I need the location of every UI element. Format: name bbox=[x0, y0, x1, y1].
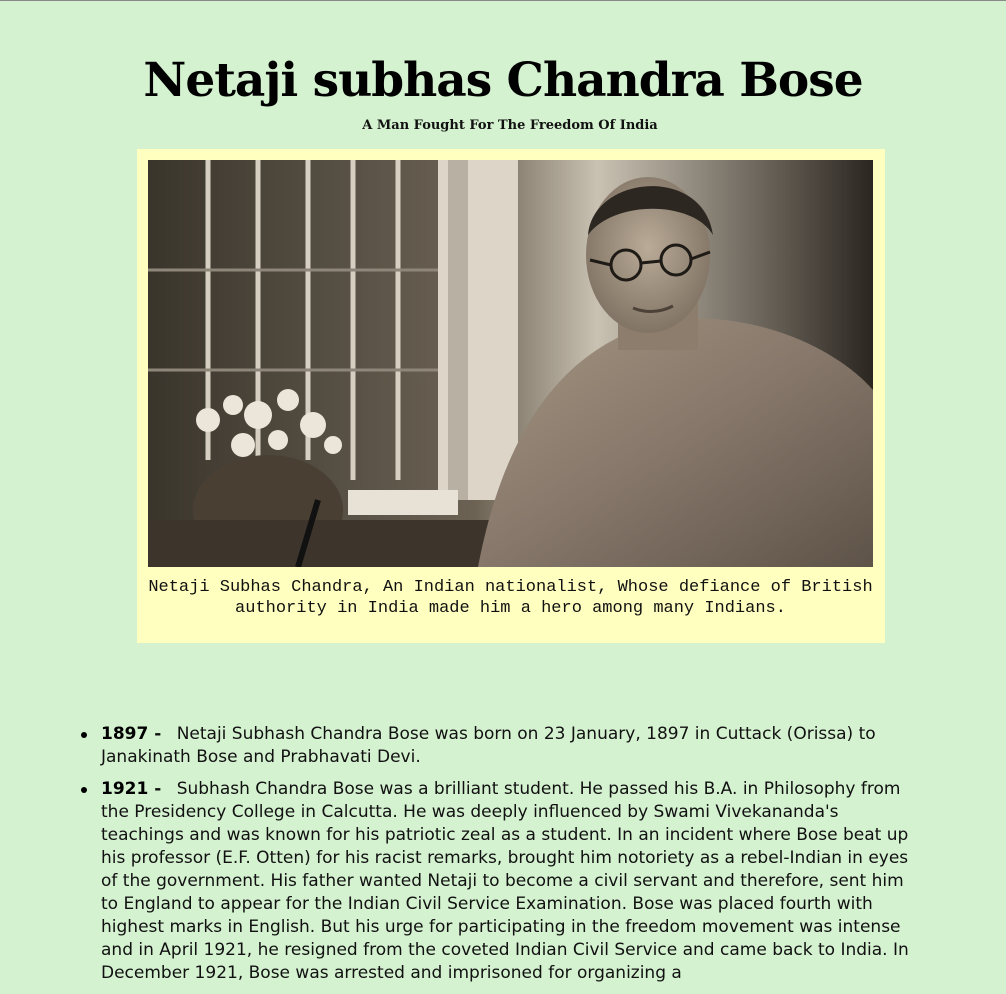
photo-caption: Netaji Subhas Chandra, An Indian nationa… bbox=[148, 578, 873, 618]
bullet-icon bbox=[81, 787, 87, 793]
bullet-icon bbox=[81, 732, 87, 738]
timeline-text: Netaji Subhash Chandra Bose was born on … bbox=[101, 724, 876, 767]
timeline-list: 1897 - Netaji Subhash Chandra Bose was b… bbox=[0, 723, 1006, 994]
timeline-item: 1897 - Netaji Subhash Chandra Bose was b… bbox=[81, 723, 916, 769]
timeline-year: 1897 bbox=[101, 724, 155, 744]
timeline-separator: - bbox=[154, 779, 162, 799]
timeline-separator: - bbox=[154, 724, 162, 744]
timeline-text: Subhash Chandra Bose was a brilliant stu… bbox=[101, 779, 909, 983]
portrait-photo bbox=[148, 160, 873, 567]
timeline-year: 1921 bbox=[101, 779, 155, 799]
timeline-item: 1921 - Subhash Chandra Bose was a brilli… bbox=[81, 778, 916, 985]
page-subtitle: A Man Fought For The Freedom Of India bbox=[362, 118, 658, 133]
page-title: Netaji subhas Chandra Bose bbox=[143, 53, 863, 108]
photo-figure: Netaji Subhas Chandra, An Indian nationa… bbox=[137, 149, 885, 643]
